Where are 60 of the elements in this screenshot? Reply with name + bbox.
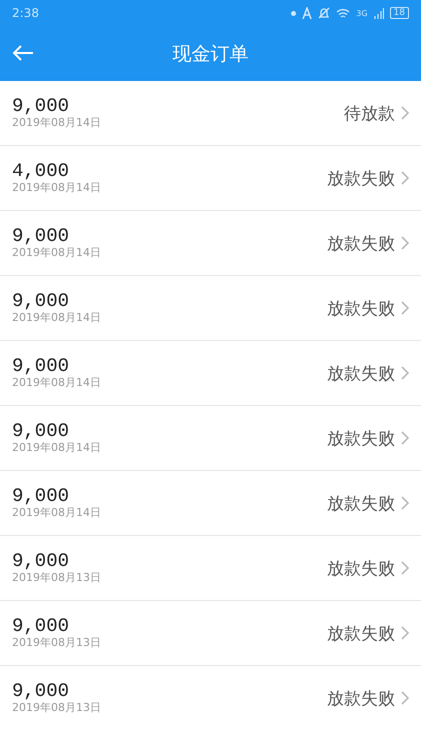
page-title: 现金订单 [172,42,248,66]
order-date: 2019年08月14日 [12,376,101,390]
font-icon [302,7,312,19]
chevron-right-icon [401,366,409,380]
order-row[interactable]: 9,000 2019年08月13日 放款失败 [0,666,421,730]
order-status: 放款失败 [327,428,395,450]
order-status: 放款失败 [327,362,395,384]
back-arrow-icon [12,45,34,61]
order-status: 放款失败 [327,168,395,190]
order-amount: 9,000 [12,291,70,311]
chevron-right-icon [401,106,409,120]
chevron-right-icon [401,496,409,510]
order-row[interactable]: 9,000 2019年08月14日 待放款 [0,81,421,146]
battery-level: 18 [390,7,409,19]
order-row[interactable]: 9,000 2019年08月14日 放款失败 [0,341,421,406]
order-row[interactable]: 9,000 2019年08月14日 放款失败 [0,211,421,276]
order-date: 2019年08月13日 [12,636,101,650]
wifi-icon [336,8,350,18]
order-status: 放款失败 [327,492,395,514]
order-status: 放款失败 [327,298,395,320]
order-date: 2019年08月14日 [12,246,101,260]
chevron-right-icon [401,171,409,185]
chevron-right-icon [401,301,409,315]
notification-dot-icon [291,10,296,16]
order-amount: 9,000 [12,226,70,246]
signal-icon [374,8,384,18]
order-amount: 9,000 [12,356,70,376]
order-status: 待放款 [344,102,395,124]
alarm-off-icon [318,7,330,19]
order-amount: 9,000 [12,96,70,116]
chevron-right-icon [401,626,409,640]
order-row[interactable]: 9,000 2019年08月14日 放款失败 [0,276,421,341]
order-row[interactable]: 9,000 2019年08月13日 放款失败 [0,536,421,601]
order-row[interactable]: 9,000 2019年08月14日 放款失败 [0,406,421,471]
order-status: 放款失败 [327,558,395,580]
order-date: 2019年08月14日 [12,181,101,195]
order-date: 2019年08月14日 [12,441,101,455]
chevron-right-icon [401,691,409,705]
order-amount: 9,000 [12,486,70,506]
order-row[interactable]: 9,000 2019年08月14日 放款失败 [0,471,421,536]
chevron-right-icon [401,236,409,250]
order-date: 2019年08月14日 [12,116,101,130]
order-amount: 9,000 [12,421,70,441]
order-date: 2019年08月14日 [12,506,101,520]
order-amount: 9,000 [12,551,70,571]
chevron-right-icon [401,431,409,445]
chevron-right-icon [401,561,409,575]
order-row[interactable]: 9,000 2019年08月13日 放款失败 [0,601,421,666]
order-row[interactable]: 4,000 2019年08月14日 放款失败 [0,146,421,211]
order-amount: 4,000 [12,161,70,181]
order-status: 放款失败 [327,688,395,710]
order-amount: 9,000 [12,616,70,636]
order-date: 2019年08月13日 [12,571,101,585]
order-date: 2019年08月13日 [12,701,101,715]
order-status: 放款失败 [327,232,395,254]
order-status: 放款失败 [327,622,395,644]
status-time: 2:38 [12,6,39,20]
network-type: 3G [356,8,368,18]
order-amount: 9,000 [12,681,70,701]
order-date: 2019年08月14日 [12,311,101,325]
